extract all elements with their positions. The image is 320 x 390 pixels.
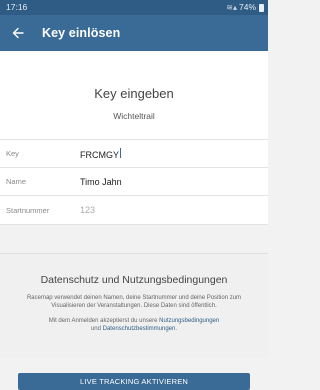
status-icons: ≋▴ 74% xyxy=(226,0,264,15)
heading-title: Key eingeben xyxy=(94,86,174,101)
arrow-left-icon[interactable] xyxy=(0,15,36,51)
privacy-text: Racemap verwendet deinen Namen, deine St… xyxy=(26,295,242,309)
startnummer-label: Startnummer xyxy=(6,205,50,215)
name-row: Name Timo Jahn xyxy=(0,167,268,195)
battery-percent: 74% xyxy=(238,2,256,12)
app-bar: Key einlösen xyxy=(0,15,268,51)
key-row: Key FRCMGY xyxy=(0,139,268,167)
privacy-section: Datenschutz und Nutzungsbedingungen Race… xyxy=(0,253,268,358)
name-field[interactable]: Timo Jahn xyxy=(80,177,122,187)
event-name: Wichteltrail xyxy=(113,111,155,121)
key-field[interactable]: FRCMGY xyxy=(80,145,121,163)
activate-live-tracking-button[interactable]: LIVE TRACKING AKTIVIEREN xyxy=(18,373,250,390)
name-label: Name xyxy=(6,177,27,186)
heading-section: Key eingeben Wichteltrail xyxy=(0,51,268,139)
consent-prefix: Mit dem Anmelden akzeptierst du unsere xyxy=(48,318,158,324)
startnummer-input[interactable] xyxy=(80,205,230,215)
page-title: Key einlösen xyxy=(42,26,121,40)
key-label: Key xyxy=(6,149,19,158)
consent-and: und xyxy=(90,325,101,332)
privacy-title: Datenschutz und Nutzungsbedingungen xyxy=(40,274,228,286)
wifi-signal-icon: ≋▴ xyxy=(226,3,237,12)
startnummer-row: Startnummer xyxy=(0,195,268,225)
privacy-policy-link[interactable]: Datenschutzbestimmungen xyxy=(103,326,176,332)
terms-link[interactable]: Nutzungsbedingungen xyxy=(159,318,219,324)
status-time: 17:16 xyxy=(6,2,28,12)
consent-period: . xyxy=(175,325,178,332)
key-value: FRCMGY xyxy=(80,149,119,160)
status-bar: 17:16 ≋▴ 74% xyxy=(0,0,268,15)
battery-icon xyxy=(259,3,264,12)
consent-text: Mit dem Anmelden akzeptierst du unsere N… xyxy=(14,318,254,333)
text-caret xyxy=(120,148,121,159)
